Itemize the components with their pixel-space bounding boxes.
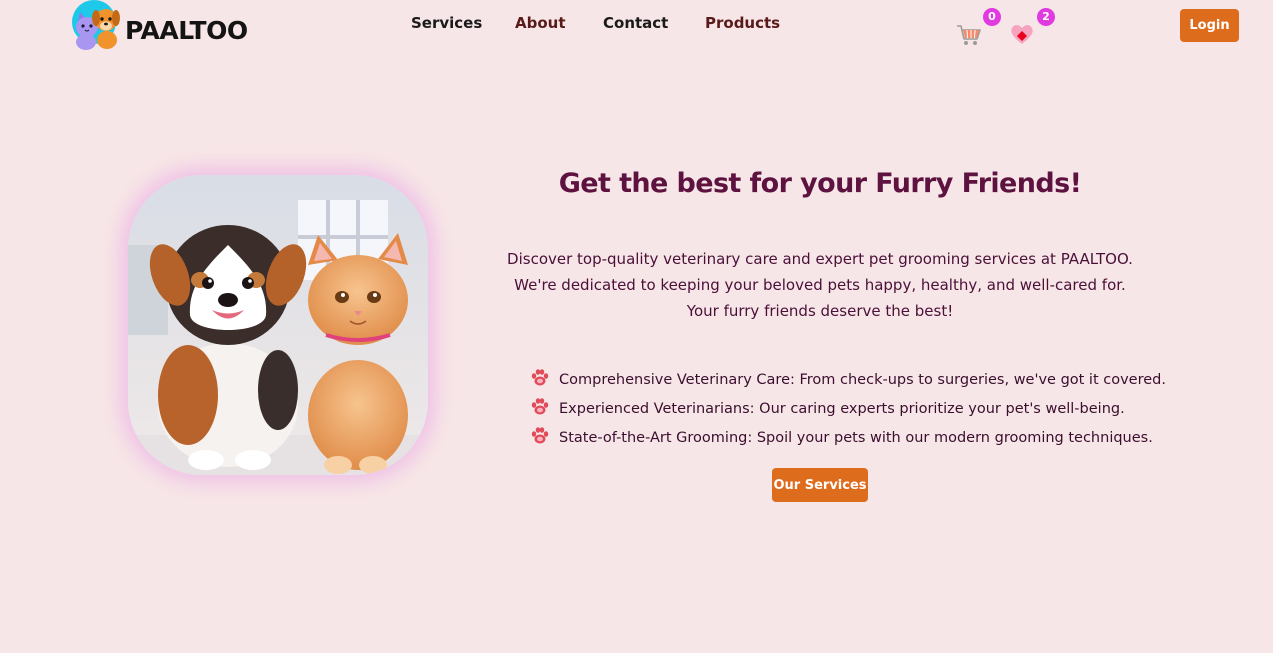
paw-icon: [530, 367, 550, 387]
feature-text: Comprehensive Veterinary Care: From chec…: [559, 371, 1166, 388]
list-item: State-of-the-Art Grooming: Spoil your pe…: [530, 423, 1166, 452]
wishlist-count-badge: 2: [1037, 8, 1055, 26]
site-header: PAALTOO Services About Contact Products …: [0, 0, 1273, 56]
nav-products[interactable]: Products: [705, 14, 780, 32]
main-nav: Services About Contact Products: [0, 14, 1273, 38]
list-item: Experienced Veterinarians: Our caring ex…: [530, 394, 1166, 423]
nav-services[interactable]: Services: [411, 14, 482, 32]
feature-text: Experienced Veterinarians: Our caring ex…: [559, 400, 1125, 417]
hero-title: Get the best for your Furry Friends!: [558, 168, 1082, 199]
feature-list: Comprehensive Veterinary Care: From chec…: [530, 365, 1166, 452]
paw-icon: [530, 396, 550, 416]
login-button[interactable]: Login: [1180, 9, 1239, 42]
hero-description: Discover top-quality veterinary care and…: [507, 250, 1133, 320]
our-services-button[interactable]: Our Services: [772, 468, 868, 502]
paw-icon: [530, 425, 550, 445]
heart-icon[interactable]: [1008, 20, 1036, 48]
cart-count-badge: 0: [983, 8, 1001, 26]
nav-about[interactable]: About: [515, 14, 566, 32]
puppy-and-kitten-photo: [128, 175, 428, 475]
feature-text: State-of-the-Art Grooming: Spoil your pe…: [559, 429, 1153, 446]
nav-contact[interactable]: Contact: [603, 14, 668, 32]
shopping-cart-icon[interactable]: [955, 20, 983, 48]
list-item: Comprehensive Veterinary Care: From chec…: [530, 365, 1166, 394]
